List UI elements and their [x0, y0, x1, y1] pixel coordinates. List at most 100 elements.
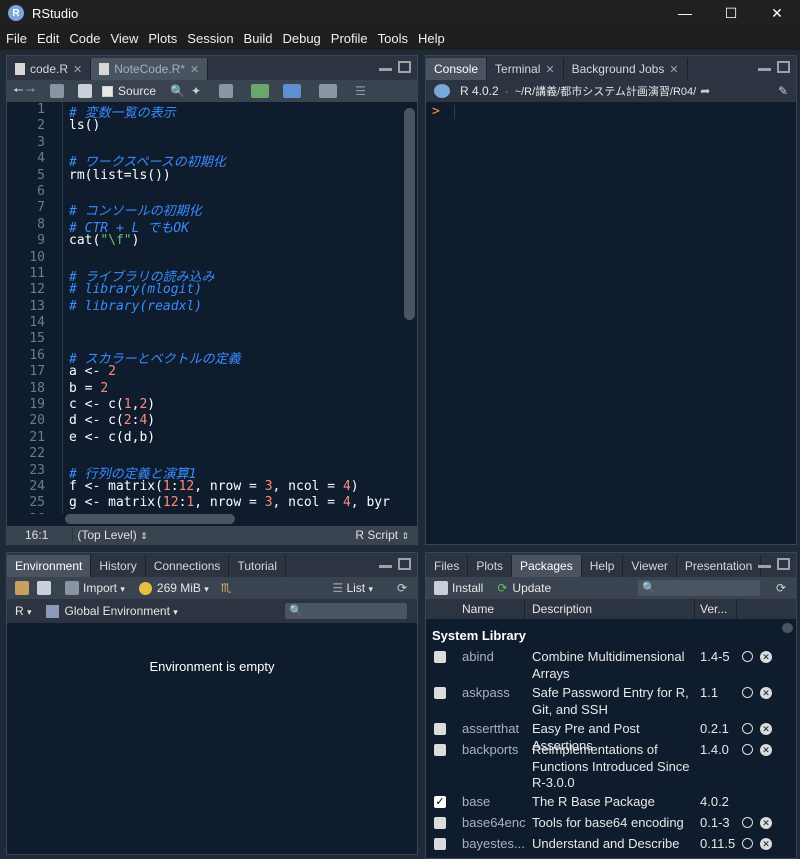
compile-report-icon[interactable] [219, 84, 234, 98]
filetype-selector[interactable]: R Script ⇕ [355, 528, 409, 542]
close-tab-icon[interactable]: ✕ [545, 63, 554, 76]
package-load-checkbox[interactable] [434, 651, 446, 663]
source-button-icon[interactable] [319, 84, 338, 98]
import-dataset-button[interactable]: Import ▾ [83, 581, 125, 595]
menu-tools[interactable]: Tools [378, 31, 408, 46]
package-load-checkbox[interactable] [434, 817, 446, 829]
remove-package-icon[interactable]: ✕ [760, 687, 772, 699]
code-line[interactable]: 9 cat("\f") [7, 233, 401, 250]
globe-icon[interactable] [742, 723, 753, 734]
editor-vertical-scrollbar[interactable] [404, 108, 415, 320]
globe-icon[interactable] [742, 744, 753, 755]
package-load-checkbox[interactable]: ✓ [434, 796, 446, 808]
maximize-pane-icon[interactable] [398, 558, 411, 570]
language-selector[interactable]: R ▾ [15, 604, 32, 618]
outline-icon[interactable]: ☰ [355, 84, 366, 98]
code-line[interactable]: 19 c <- c(1,2) [7, 397, 401, 414]
view-mode-selector[interactable]: ☰ List ▾ [332, 581, 373, 595]
minimize-pane-icon[interactable] [758, 558, 771, 568]
remove-package-icon[interactable]: ✕ [760, 744, 772, 756]
code-line[interactable]: 11 # ライブラリの読み込み [7, 265, 401, 285]
code-line[interactable]: 14 [7, 315, 401, 332]
package-load-checkbox[interactable] [434, 687, 446, 699]
packages-vertical-scrollbar[interactable] [782, 623, 793, 633]
menu-edit[interactable]: Edit [37, 31, 59, 46]
go-to-directory-icon[interactable]: ➦ [700, 84, 710, 98]
refresh-icon[interactable]: ⟳ [397, 581, 407, 595]
tab-notecode-r[interactable]: NoteCode.R* ✕ [91, 58, 209, 80]
save-icon[interactable] [78, 84, 93, 98]
column-name[interactable]: Name [462, 602, 494, 616]
code-line[interactable]: 3 [7, 134, 401, 152]
tab-history[interactable]: History [91, 555, 146, 577]
code-line[interactable]: 23 # 行列の定義と演算1 [7, 462, 401, 482]
remove-package-icon[interactable]: ✕ [760, 651, 772, 663]
tab-tutorial[interactable]: Tutorial [229, 555, 287, 577]
tab-viewer[interactable]: Viewer [623, 555, 677, 577]
code-line[interactable]: 20 d <- c(2:4) [7, 413, 401, 430]
code-line[interactable]: 18 b = 2 [7, 380, 401, 398]
menu-file[interactable]: File [6, 31, 27, 46]
package-name[interactable]: base [462, 794, 490, 809]
environment-search-input[interactable]: 🔍 [285, 603, 407, 619]
import-dataset-icon[interactable] [65, 581, 79, 595]
menu-build[interactable]: Build [244, 31, 273, 46]
close-tab-icon[interactable]: ✕ [73, 63, 82, 76]
minimize-pane-icon[interactable] [379, 61, 392, 71]
code-line[interactable]: 13 # library(readxl) [7, 298, 401, 316]
code-line[interactable]: 22 [7, 446, 401, 463]
tab-connections[interactable]: Connections [146, 555, 230, 577]
forward-arrow-icon[interactable]: 🠖 [26, 81, 37, 102]
editor-horizontal-scrollbar[interactable] [65, 514, 235, 524]
memory-usage[interactable]: 269 MiB ▾ [157, 581, 209, 595]
code-line[interactable]: 10 [7, 249, 401, 266]
tab-presentation[interactable]: Presentation [677, 555, 762, 577]
code-line[interactable]: 21 e <- c(d,b) [7, 429, 401, 447]
maximize-pane-icon[interactable] [777, 558, 790, 570]
code-line[interactable]: 4 # ワークスペースの初期化 [7, 151, 401, 170]
code-line[interactable]: 6 [7, 183, 401, 201]
remove-package-icon[interactable]: ✕ [760, 838, 772, 850]
minimize-button[interactable]: — [662, 0, 708, 26]
package-load-checkbox[interactable] [434, 744, 446, 756]
tab-background-jobs[interactable]: Background Jobs ✕ [564, 58, 688, 80]
scope-selector[interactable]: (Top Level) ⇕ [72, 528, 148, 542]
code-line[interactable]: 8 # CTR + L でもOK [7, 216, 401, 236]
package-name[interactable]: askpass [462, 685, 510, 700]
package-name[interactable]: bayestes... [462, 836, 525, 851]
package-load-checkbox[interactable] [434, 838, 446, 850]
open-folder-icon[interactable] [15, 581, 29, 595]
package-name[interactable]: assertthat [462, 721, 519, 736]
tab-packages[interactable]: Packages [512, 555, 582, 577]
close-tab-icon[interactable]: ✕ [669, 63, 678, 76]
tab-plots[interactable]: Plots [468, 555, 513, 577]
clear-console-icon[interactable]: ✎ [778, 84, 788, 98]
menu-code[interactable]: Code [69, 31, 100, 46]
code-line[interactable]: 15 [7, 331, 401, 348]
code-editor[interactable]: 1 # 変数一覧の表示 2 ls() 3 4 # ワークスペースの初期化 5 rm(list=l… [7, 102, 401, 514]
tab-environment[interactable]: Environment [7, 555, 92, 577]
menu-profile[interactable]: Profile [331, 31, 368, 46]
maximize-pane-icon[interactable] [398, 61, 411, 73]
close-tab-icon[interactable]: ✕ [190, 63, 199, 76]
refresh-icon[interactable]: ⟳ [776, 581, 786, 595]
source-on-save-checkbox[interactable] [102, 85, 114, 97]
tab-code-r[interactable]: code.R ✕ [7, 58, 92, 80]
menu-help[interactable]: Help [418, 31, 445, 46]
code-line[interactable]: 2 ls() [7, 118, 401, 135]
minimize-pane-icon[interactable] [379, 558, 392, 568]
magic-wand-icon[interactable]: ✦ [191, 84, 201, 98]
remove-package-icon[interactable]: ✕ [760, 723, 772, 735]
show-in-window-icon[interactable] [50, 84, 65, 98]
tab-terminal[interactable]: Terminal ✕ [487, 58, 564, 80]
save-workspace-icon[interactable] [37, 581, 51, 595]
tab-console[interactable]: Console [426, 58, 488, 80]
code-line[interactable]: 7 # コンソールの初期化 [7, 200, 401, 219]
code-line[interactable]: 25 g <- matrix(12:1, nrow = 3, ncol = 4, … [7, 495, 401, 512]
globe-icon[interactable] [742, 687, 753, 698]
close-window-button[interactable]: ✕ [754, 0, 800, 26]
globe-icon[interactable] [742, 817, 753, 828]
tab-help[interactable]: Help [582, 555, 624, 577]
menu-view[interactable]: View [110, 31, 138, 46]
install-button[interactable]: Install [452, 581, 483, 595]
